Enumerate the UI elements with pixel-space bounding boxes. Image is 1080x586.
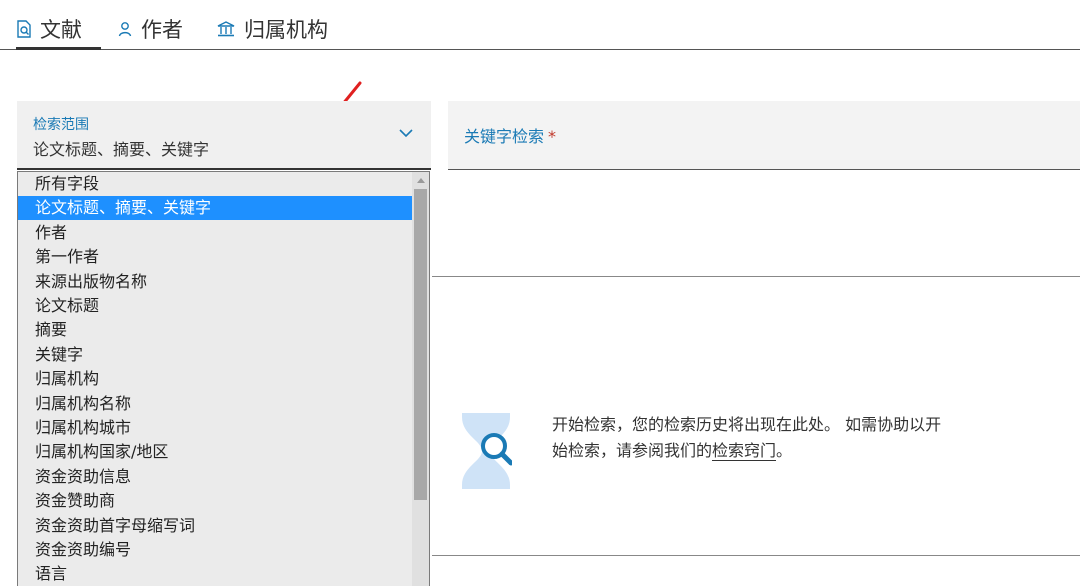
dropdown-option[interactable]: 归属机构名称	[18, 392, 413, 416]
search-scope-label: 检索范围	[33, 117, 89, 133]
institution-icon	[216, 20, 236, 38]
dropdown-option[interactable]: 来源出版物名称	[18, 270, 413, 294]
dropdown-scrollbar[interactable]	[412, 172, 429, 586]
tab-affiliations[interactable]: 归属机构	[216, 10, 328, 48]
tab-label: 作者	[141, 18, 183, 42]
dropdown-option[interactable]: 资金资助信息	[18, 465, 413, 489]
search-scope-select[interactable]: 检索范围 论文标题、摘要、关键字	[17, 101, 431, 170]
dropdown-option[interactable]: 资金资助首字母缩写词	[18, 514, 413, 538]
tab-authors[interactable]: 作者	[117, 10, 183, 48]
dropdown-option[interactable]: 论文标题、摘要、关键字	[18, 196, 413, 221]
search-type-tabs: 文献 作者 归属机构	[0, 0, 1080, 50]
dropdown-option[interactable]: 作者	[18, 221, 413, 245]
divider	[432, 276, 1080, 277]
dropdown-option[interactable]: 归属机构城市	[18, 416, 413, 440]
search-history-empty-message: 开始检索，您的检索历史将出现在此处。 如需协助以开 始检索，请参阅我们的检索窍门…	[552, 412, 972, 464]
dropdown-option[interactable]: 归属机构国家/地区	[18, 440, 413, 464]
scrollbar-thumb[interactable]	[414, 189, 427, 500]
dropdown-option[interactable]: 资金赞助商	[18, 489, 413, 513]
empty-text-prefix: 始检索，请参阅我们的	[552, 441, 713, 460]
tab-documents[interactable]: 文献	[16, 10, 101, 50]
dropdown-option[interactable]: 第一作者	[18, 245, 413, 269]
dropdown-option[interactable]: 资金资助编号	[18, 538, 413, 562]
dropdown-option[interactable]: 归属机构	[18, 367, 413, 391]
empty-text-line1: 开始检索，您的检索历史将出现在此处。 如需协助以开	[552, 415, 942, 434]
chevron-down-icon[interactable]	[398, 127, 414, 139]
document-search-icon	[16, 20, 32, 38]
search-history-empty-icon	[462, 413, 512, 489]
dropdown-option[interactable]: 摘要	[18, 318, 413, 342]
dropdown-option[interactable]: 语言	[18, 562, 413, 586]
divider	[432, 555, 1080, 556]
person-icon	[117, 20, 133, 38]
dropdown-option[interactable]: 论文标题	[18, 294, 413, 318]
keyword-search-label: 关键字检索 *	[464, 123, 556, 147]
tab-label: 文献	[40, 18, 82, 42]
search-scope-dropdown-list[interactable]: 所有字段 论文标题、摘要、关键字 作者 第一作者 来源出版物名称 论文标题 摘要 关键字 归属机…	[17, 171, 430, 586]
dropdown-option[interactable]: 关键字	[18, 343, 413, 367]
keyword-search-input[interactable]: 关键字检索 *	[448, 101, 1080, 170]
scroll-up-icon[interactable]	[412, 172, 429, 189]
empty-text-line2: 始检索，请参阅我们的检索窍门。	[552, 438, 972, 464]
tab-label: 归属机构	[244, 18, 328, 42]
dropdown-option[interactable]: 所有字段	[18, 172, 413, 196]
search-scope-value: 论文标题、摘要、关键字	[33, 140, 210, 159]
empty-text-suffix: 。	[776, 441, 793, 460]
required-mark: *	[548, 127, 557, 146]
search-tips-link[interactable]: 检索窍门	[712, 441, 777, 461]
keyword-label-text: 关键字检索	[464, 127, 545, 146]
